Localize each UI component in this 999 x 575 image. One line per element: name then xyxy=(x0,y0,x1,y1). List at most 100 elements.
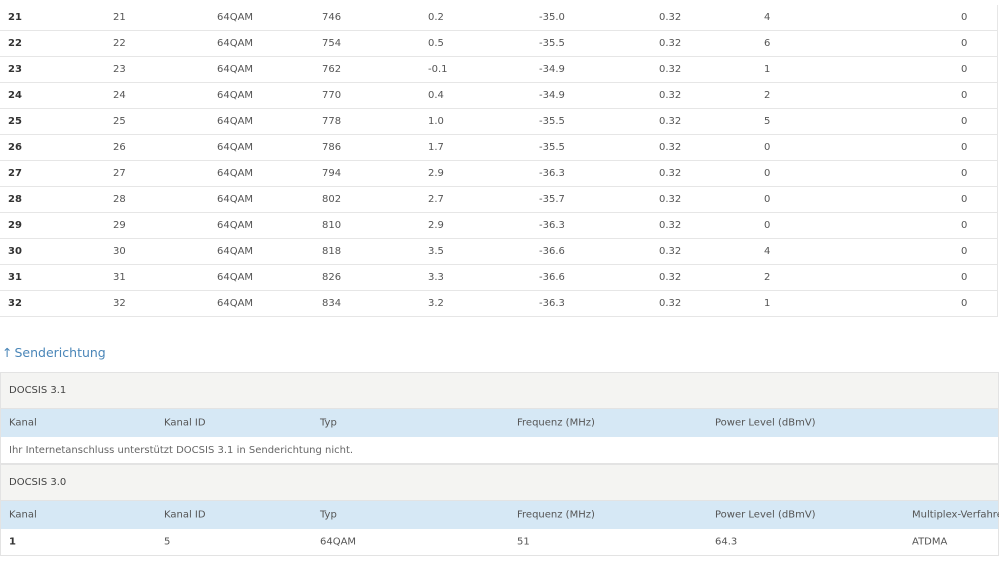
cell-mse: -36.3 xyxy=(539,212,659,239)
cell-frequency: 826 xyxy=(322,264,428,291)
column-header-frequenz: Frequenz (MHz) xyxy=(517,509,595,521)
cell-modulation: 64QAM xyxy=(217,212,322,239)
column-header-typ: Typ xyxy=(320,509,337,521)
cell-corrected-errors: 0 xyxy=(764,134,961,161)
cable-connection-page: 21 21 64QAM 746 0.2 -35.0 0.32 4 0 22 22 64QAM 754 0.… xyxy=(0,0,999,575)
cell-channel-id: 23 xyxy=(113,56,217,83)
cell-mse: -34.9 xyxy=(539,82,659,109)
cell-frequency: 754 xyxy=(322,30,428,57)
cell-latency: 0.32 xyxy=(659,56,764,83)
docsis31-table-header: Kanal Kanal ID Typ Frequenz (MHz) Power … xyxy=(1,409,998,437)
cell-latency: 0.32 xyxy=(659,212,764,239)
cell-mse: -35.0 xyxy=(539,5,659,31)
cell-uncorrectable-errors: 0 xyxy=(961,160,997,187)
cell-power-level: 64.3 xyxy=(715,536,738,548)
table-row: 26 26 64QAM 786 1.7 -35.5 0.32 0 0 xyxy=(0,134,997,161)
cell-modulation: 64QAM xyxy=(217,186,322,213)
cell-frequency: 810 xyxy=(322,212,428,239)
cell-frequency: 818 xyxy=(322,238,428,265)
cell-channel: 29 xyxy=(0,212,113,239)
cell-uncorrectable-errors: 0 xyxy=(961,134,997,161)
table-row: 28 28 64QAM 802 2.7 -35.7 0.32 0 0 xyxy=(0,186,997,213)
cell-latency: 0.32 xyxy=(659,290,764,317)
cell-channel-id: 26 xyxy=(113,134,217,161)
cell-power-level: 2.7 xyxy=(428,186,539,213)
docsis30-table-header: Kanal Kanal ID Typ Frequenz (MHz) Power … xyxy=(1,501,999,529)
cell-power-level: 3.3 xyxy=(428,264,539,291)
cell-channel-id: 32 xyxy=(113,290,217,317)
cell-latency: 0.32 xyxy=(659,186,764,213)
cell-channel-id: 29 xyxy=(113,212,217,239)
cell-mse: -34.9 xyxy=(539,56,659,83)
docsis31-title: DOCSIS 3.1 xyxy=(1,373,998,409)
cell-power-level: 3.2 xyxy=(428,290,539,317)
cell-modulation: 64QAM xyxy=(217,30,322,57)
arrow-up-icon: ↑ xyxy=(2,345,13,360)
column-header-multiplex: Multiplex-Verfahren xyxy=(912,509,999,521)
downstream-table-body: 21 21 64QAM 746 0.2 -35.0 0.32 4 0 22 22 64QAM 754 0.… xyxy=(0,5,997,317)
cell-uncorrectable-errors: 0 xyxy=(961,212,997,239)
upstream-heading[interactable]: ↑ Senderichtung xyxy=(2,345,106,360)
cell-modulation: 64QAM xyxy=(217,238,322,265)
docsis31-section: DOCSIS 3.1 Kanal Kanal ID Typ Frequenz (… xyxy=(0,372,999,464)
table-row: 1 5 64QAM 51 64.3 ATDMA xyxy=(1,529,998,556)
column-header-kanal-id: Kanal ID xyxy=(164,509,206,521)
cell-corrected-errors: 1 xyxy=(764,290,961,317)
cell-corrected-errors: 2 xyxy=(764,264,961,291)
cell-modulation: 64QAM xyxy=(217,134,322,161)
cell-frequency: 802 xyxy=(322,186,428,213)
cell-channel: 21 xyxy=(0,5,113,31)
column-header-frequenz: Frequenz (MHz) xyxy=(517,417,595,429)
cell-uncorrectable-errors: 0 xyxy=(961,186,997,213)
docsis31-unsupported-note: Ihr Internetanschluss unterstützt DOCSIS… xyxy=(1,437,998,464)
cell-mse: -36.3 xyxy=(539,160,659,187)
cell-mse: -35.5 xyxy=(539,30,659,57)
column-header-power-level: Power Level (dBmV) xyxy=(715,509,816,521)
cell-channel: 23 xyxy=(0,56,113,83)
cell-latency: 0.32 xyxy=(659,82,764,109)
cell-power-level: 0.5 xyxy=(428,30,539,57)
table-row: 27 27 64QAM 794 2.9 -36.3 0.32 0 0 xyxy=(0,160,997,187)
cell-modulation: 64QAM xyxy=(217,56,322,83)
table-row: 24 24 64QAM 770 0.4 -34.9 0.32 2 0 xyxy=(0,82,997,109)
cell-channel: 25 xyxy=(0,108,113,135)
cell-uncorrectable-errors: 0 xyxy=(961,82,997,109)
cell-power-level: 0.4 xyxy=(428,82,539,109)
cell-uncorrectable-errors: 0 xyxy=(961,264,997,291)
cell-multiplex: ATDMA xyxy=(912,536,948,548)
cell-corrected-errors: 1 xyxy=(764,56,961,83)
cell-latency: 0.32 xyxy=(659,108,764,135)
cell-frequenz: 51 xyxy=(517,536,530,548)
cell-channel-id: 24 xyxy=(113,82,217,109)
cell-uncorrectable-errors: 0 xyxy=(961,56,997,83)
cell-modulation: 64QAM xyxy=(217,290,322,317)
cell-latency: 0.32 xyxy=(659,238,764,265)
cell-mse: -36.3 xyxy=(539,290,659,317)
cell-corrected-errors: 0 xyxy=(764,160,961,187)
table-row: 29 29 64QAM 810 2.9 -36.3 0.32 0 0 xyxy=(0,212,997,239)
cell-power-level: 3.5 xyxy=(428,238,539,265)
table-row: 31 31 64QAM 826 3.3 -36.6 0.32 2 0 xyxy=(0,264,997,291)
docsis30-section: DOCSIS 3.0 Kanal Kanal ID Typ Frequenz (… xyxy=(0,464,999,556)
cell-mse: -35.5 xyxy=(539,134,659,161)
column-header-kanal: Kanal xyxy=(9,417,37,429)
downstream-channel-table: 21 21 64QAM 746 0.2 -35.0 0.32 4 0 22 22 64QAM 754 0.… xyxy=(0,5,998,317)
cell-modulation: 64QAM xyxy=(217,82,322,109)
cell-uncorrectable-errors: 0 xyxy=(961,5,997,31)
cell-kanal: 1 xyxy=(9,536,16,548)
cell-frequency: 770 xyxy=(322,82,428,109)
cell-typ: 64QAM xyxy=(320,536,357,548)
cell-modulation: 64QAM xyxy=(217,5,322,31)
cell-modulation: 64QAM xyxy=(217,108,322,135)
table-row: 23 23 64QAM 762 -0.1 -34.9 0.32 1 0 xyxy=(0,56,997,83)
column-header-power-level: Power Level (dBmV) xyxy=(715,417,816,429)
table-row: 22 22 64QAM 754 0.5 -35.5 0.32 6 0 xyxy=(0,30,997,57)
table-row: 21 21 64QAM 746 0.2 -35.0 0.32 4 0 xyxy=(0,5,997,31)
cell-frequency: 834 xyxy=(322,290,428,317)
cell-channel: 27 xyxy=(0,160,113,187)
column-header-typ: Typ xyxy=(320,417,337,429)
cell-mse: -36.6 xyxy=(539,238,659,265)
cell-power-level: 1.0 xyxy=(428,108,539,135)
cell-channel: 24 xyxy=(0,82,113,109)
cell-latency: 0.32 xyxy=(659,134,764,161)
